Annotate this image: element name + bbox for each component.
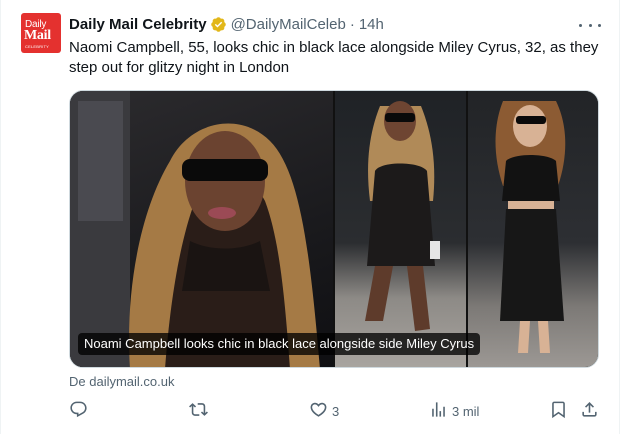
- media-caption: Noami Campbell looks chic in black lace …: [78, 333, 481, 355]
- like-count: 3: [332, 403, 340, 419]
- account-handle[interactable]: @DailyMailCeleb: [231, 16, 346, 33]
- avatar-logo-text: CELEBRITY: [25, 44, 50, 49]
- retweet-icon: [189, 400, 208, 422]
- avatar-logo-text: Mail: [24, 28, 51, 43]
- more-options-icon[interactable]: [579, 16, 601, 34]
- views-icon: [429, 400, 448, 422]
- reply-button[interactable]: [69, 400, 88, 422]
- timestamp[interactable]: 14h: [359, 16, 384, 33]
- tweet-card[interactable]: Daily Mail CELEBRITY Daily Mail Celebrit…: [0, 0, 620, 434]
- views-button[interactable]: 3 mil: [429, 400, 479, 422]
- views-count: 3 mil: [452, 403, 480, 419]
- photo-left[interactable]: [70, 91, 333, 367]
- verified-badge-icon[interactable]: [210, 16, 227, 33]
- photo-right[interactable]: [468, 91, 598, 367]
- share-icon: [580, 400, 599, 422]
- like-button[interactable]: 3: [309, 400, 339, 422]
- share-button[interactable]: [580, 400, 599, 422]
- reply-icon: [69, 400, 88, 422]
- source-link[interactable]: De dailymail.co.uk: [69, 374, 175, 389]
- avatar[interactable]: Daily Mail CELEBRITY: [21, 13, 61, 53]
- retweet-button[interactable]: [189, 400, 208, 422]
- heart-icon: [309, 400, 328, 422]
- media-gallery[interactable]: Noami Campbell looks chic in black lace …: [69, 90, 599, 368]
- bookmark-button[interactable]: [549, 400, 568, 422]
- action-bar: 3 3 mil: [69, 400, 599, 422]
- account-name[interactable]: Daily Mail Celebrity: [69, 16, 207, 33]
- photo-middle[interactable]: [335, 91, 466, 367]
- separator-dot: ·: [349, 15, 355, 33]
- tweet-text: Naomi Campbell, 55, looks chic in black …: [69, 39, 599, 76]
- bookmark-icon: [549, 400, 568, 422]
- tweet-header: Daily Mail Celebrity @DailyMailCeleb · 1…: [69, 14, 384, 34]
